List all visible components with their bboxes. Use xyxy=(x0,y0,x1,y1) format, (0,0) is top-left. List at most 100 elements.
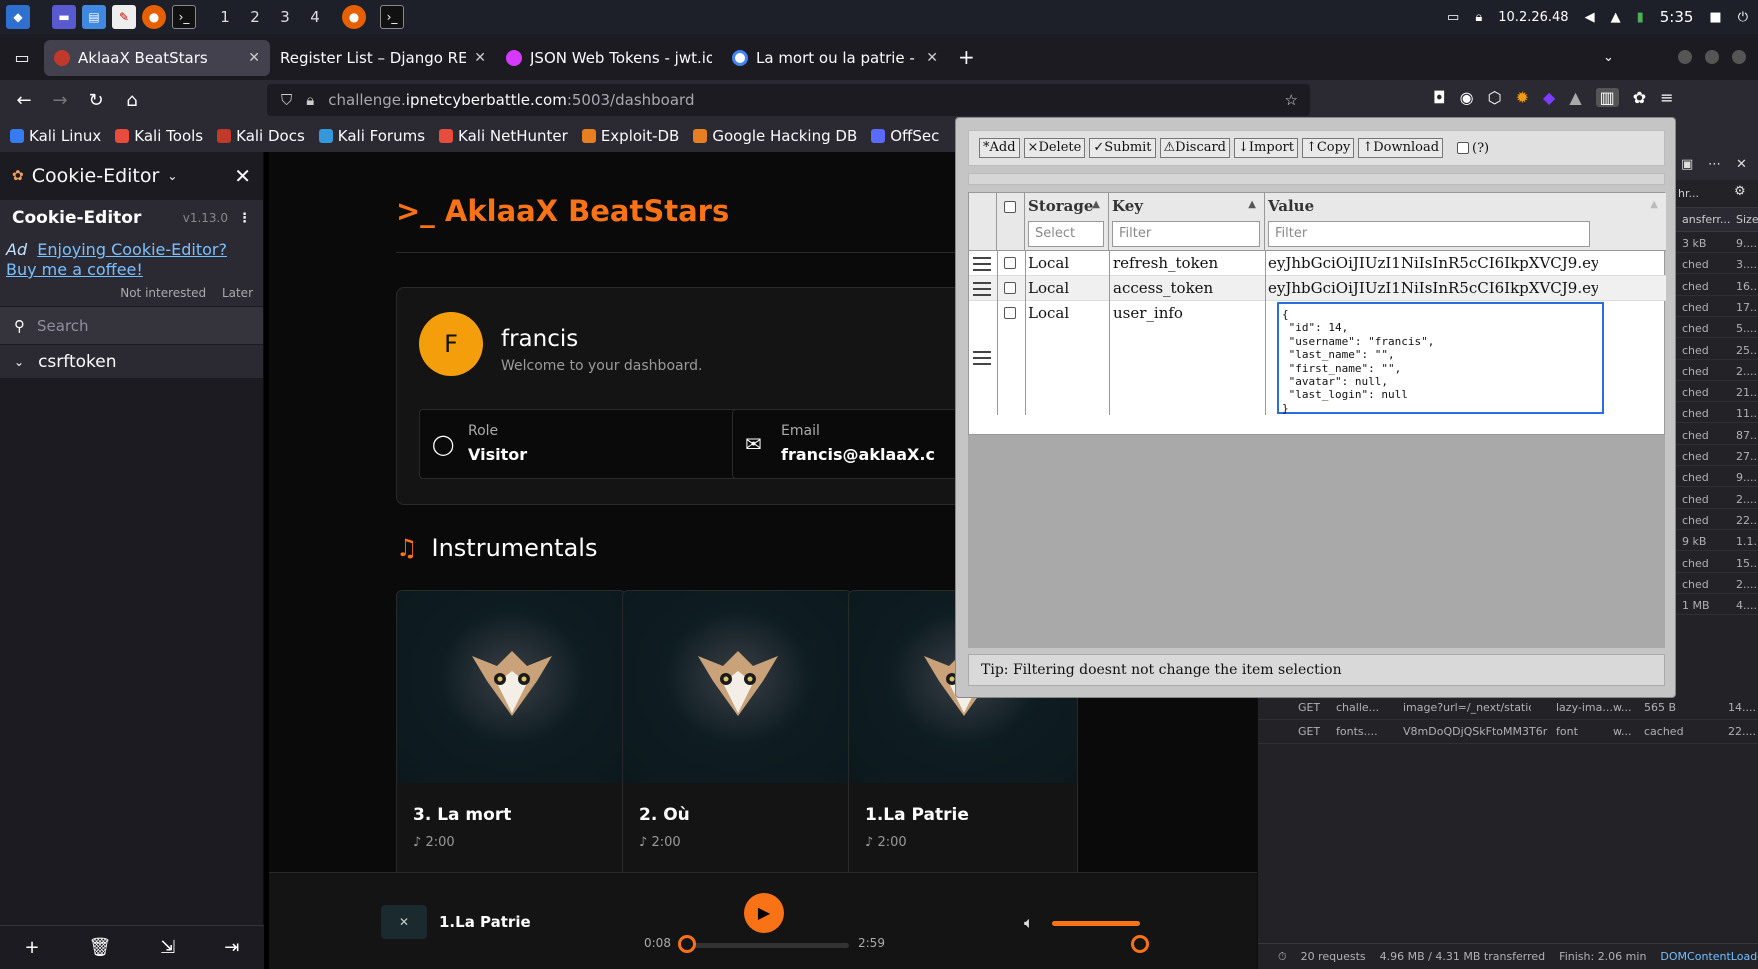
url-bar[interactable]: ⛉ 🔒︎ challenge.ipnetcyberbattle.com:5003… xyxy=(267,84,1310,116)
reload-icon[interactable]: ↻ xyxy=(78,90,114,111)
bookmark-google-hacking-db[interactable]: Google Hacking DB xyxy=(693,127,857,145)
export-icon[interactable]: ⇥ xyxy=(224,937,239,958)
beat-card[interactable]: 2. Où ♪ 2:00 xyxy=(622,590,852,872)
new-tab-icon[interactable]: + xyxy=(958,45,975,69)
tab-overflow-chevron-icon[interactable]: ⌄ xyxy=(1603,50,1614,65)
extensions-icon[interactable]: ⬡ xyxy=(1488,88,1502,107)
terminal-icon[interactable]: ›_ xyxy=(172,5,196,29)
app-menu-icon[interactable]: ≡ xyxy=(1660,88,1673,107)
notification-bell-icon[interactable]: ▲ xyxy=(1611,10,1621,25)
tab-google[interactable]: La mort ou la patrie - Goo ✕ xyxy=(722,40,948,76)
bookmark-kali-nethunter[interactable]: Kali NetHunter xyxy=(439,127,568,145)
sort-asc-icon[interactable]: ▲ xyxy=(1248,199,1256,210)
workspace-4[interactable]: 4 xyxy=(300,8,330,26)
drag-handle-icon[interactable] xyxy=(973,257,991,271)
key-filter-input[interactable]: Filter xyxy=(1112,221,1260,247)
file-manager-icon[interactable]: ▤ xyxy=(82,5,106,29)
table-row[interactable]: Local access_token eyJhbGciOiJIUzI1NiIsI… xyxy=(969,276,1666,301)
play-button[interactable]: ▶ xyxy=(744,893,784,933)
tab-list-icon[interactable]: ▭ xyxy=(0,48,44,67)
extension-purple-icon[interactable]: ◆ xyxy=(1543,88,1555,107)
network-request-row[interactable]: 200 GET fonts.... V8mDoQDjQSkFtoMM3T6r8E… xyxy=(1258,720,1758,744)
window-minimize-icon[interactable] xyxy=(1678,50,1692,64)
url-text[interactable]: challenge.ipnetcyberbattle.com:5003/dash… xyxy=(328,91,694,109)
home-icon[interactable]: ⌂ xyxy=(114,90,150,111)
storage-column-header[interactable]: Storage ▲ Select xyxy=(1025,193,1109,251)
text-editor-icon[interactable]: ✎ xyxy=(112,5,136,29)
throttle-select[interactable]: hr... xyxy=(1678,187,1699,200)
later-link[interactable]: Later xyxy=(222,286,253,300)
volume-icon[interactable]: 🔈︎ xyxy=(1024,913,1034,933)
extension-orange-icon[interactable]: ✹ xyxy=(1516,88,1529,107)
value-editor-textarea[interactable]: { "id": 14, "username": "francis", "last… xyxy=(1277,302,1604,415)
bookmark-kali-forums[interactable]: Kali Forums xyxy=(318,127,425,145)
shield-icon[interactable]: ⛉ xyxy=(281,91,292,109)
storage-filter-select[interactable]: Select xyxy=(1028,221,1104,247)
firefox-icon[interactable]: ● xyxy=(142,5,166,29)
close-tab-icon[interactable]: ✕ xyxy=(248,50,260,66)
sort-asc-icon[interactable]: ▲ xyxy=(1092,199,1100,210)
chevron-down-icon[interactable]: ⌄ xyxy=(14,355,24,369)
table-row[interactable]: Local refresh_token eyJhbGciOiJIUzI1NiIs… xyxy=(969,251,1666,276)
desktop-icon[interactable]: ▬ xyxy=(52,5,76,29)
volume-handle[interactable] xyxy=(1131,935,1149,953)
col-size[interactable]: Size xyxy=(1736,213,1758,226)
col-transferred[interactable]: ansferr... xyxy=(1682,213,1730,226)
power-icon[interactable]: ⏻ xyxy=(1738,10,1748,25)
tab-jwt[interactable]: JSON Web Tokens - jwt.io xyxy=(496,40,722,76)
key-column-header[interactable]: Key ▲ Filter xyxy=(1109,193,1265,251)
close-tab-icon[interactable]: ✕ xyxy=(926,50,938,66)
workspace-2[interactable]: 2 xyxy=(240,8,270,26)
volume-slider[interactable] xyxy=(1052,921,1140,926)
close-sidebar-icon[interactable]: ✕ xyxy=(234,164,251,188)
back-arrow-icon[interactable]: ← xyxy=(6,90,42,111)
dock-icon[interactable]: ▣ xyxy=(1681,157,1693,172)
row-checkbox[interactable] xyxy=(1004,307,1016,319)
row-checkbox[interactable] xyxy=(1004,257,1016,269)
devtools-menu-icon[interactable]: ⋯ xyxy=(1708,157,1721,172)
seek-handle[interactable] xyxy=(677,935,696,953)
tab-aklaax[interactable]: AklaaX BeatStars ✕ xyxy=(44,40,270,76)
cookie-search-input[interactable]: ⚲ Search xyxy=(0,306,263,344)
firefox-window-icon[interactable]: ● xyxy=(342,5,366,29)
delete-button[interactable]: ×Delete xyxy=(1023,138,1086,158)
workspace-1[interactable]: 1 xyxy=(210,8,240,26)
delete-all-icon[interactable]: 🗑︎ xyxy=(89,937,112,958)
submit-button[interactable]: ✓Submit xyxy=(1089,138,1156,158)
more-options-icon[interactable]: ⋮ xyxy=(238,211,251,226)
sort-icon[interactable]: ▲ xyxy=(1650,199,1658,210)
value-column-header[interactable]: Value ▲ Filter xyxy=(1265,193,1666,251)
select-all-checkbox[interactable] xyxy=(1004,201,1016,213)
window-close-icon[interactable] xyxy=(1732,50,1746,64)
pocket-icon[interactable]: ◘ xyxy=(1433,88,1446,107)
tab-register-list[interactable]: Register List – Django REST f ✕ xyxy=(270,40,496,76)
chevron-down-icon[interactable]: ⌄ xyxy=(167,169,177,183)
help-toggle[interactable]: (?) xyxy=(1457,141,1489,156)
screen-icon[interactable]: ▭ xyxy=(1447,10,1459,25)
close-tab-icon[interactable]: ✕ xyxy=(474,50,486,66)
devtools-close-icon[interactable]: ✕ xyxy=(1736,157,1747,172)
import-icon[interactable]: ⇲ xyxy=(160,937,175,958)
bookmark-kali-linux[interactable]: Kali Linux xyxy=(10,127,101,145)
bookmark-exploit-db[interactable]: Exploit-DB xyxy=(581,127,679,145)
site-brand[interactable]: >_ AklaaX BeatStars xyxy=(396,194,729,228)
bookmark-offsec[interactable]: OffSec xyxy=(871,127,939,145)
workspace-3[interactable]: 3 xyxy=(270,8,300,26)
bookmark-kali-docs[interactable]: Kali Docs xyxy=(217,127,305,145)
cookie-editor-extension-icon[interactable]: ✿ xyxy=(1633,88,1646,107)
add-button[interactable]: *Add xyxy=(979,138,1020,158)
storage-editor-extension-icon[interactable]: ▥ xyxy=(1595,88,1619,107)
cookie-item-csrftoken[interactable]: ⌄ csrftoken xyxy=(0,344,263,378)
seek-bar[interactable] xyxy=(679,943,849,948)
window-maximize-icon[interactable] xyxy=(1705,50,1719,64)
account-icon[interactable]: ◉ xyxy=(1460,88,1474,107)
drag-handle-icon[interactable] xyxy=(973,351,991,365)
terminal-window-icon[interactable]: ›_ xyxy=(380,5,404,29)
value-filter-input[interactable]: Filter xyxy=(1268,221,1590,247)
add-cookie-icon[interactable]: + xyxy=(24,937,39,958)
row-checkbox[interactable] xyxy=(1004,282,1016,294)
volume-icon[interactable]: ◀︎ xyxy=(1585,10,1595,25)
drag-handle-icon[interactable] xyxy=(973,282,991,296)
forward-arrow-icon[interactable]: → xyxy=(42,90,78,111)
not-interested-link[interactable]: Not interested xyxy=(120,286,206,300)
